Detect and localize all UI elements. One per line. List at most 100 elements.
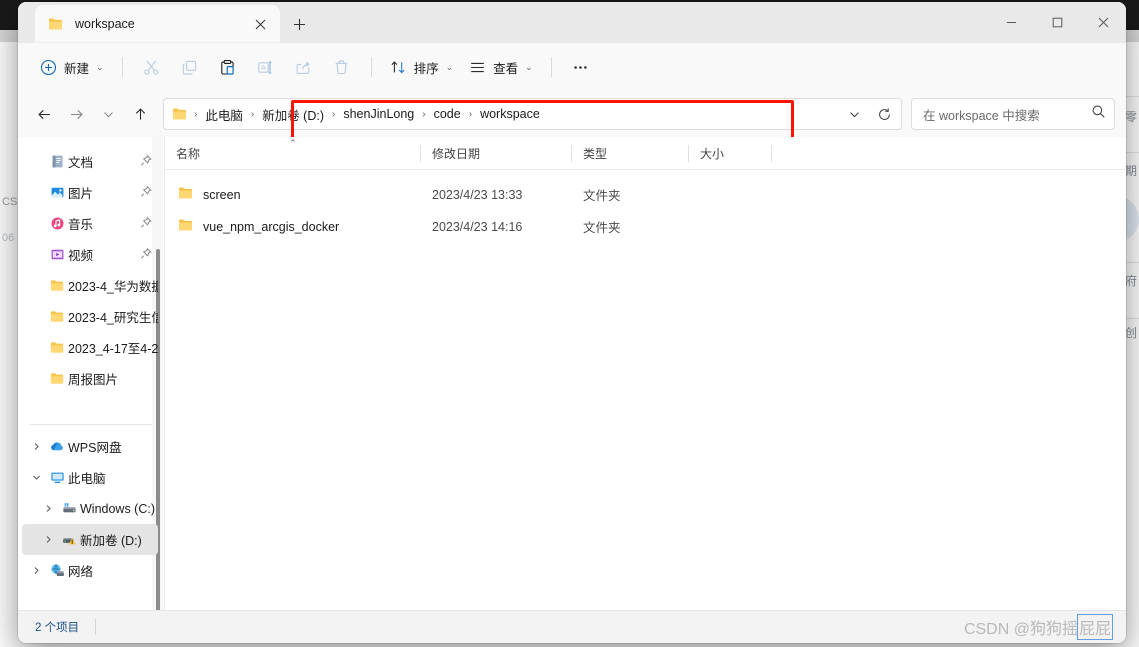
paste-button[interactable] xyxy=(209,51,247,83)
copy-icon xyxy=(182,60,197,75)
sidebar-item-label: 音乐 xyxy=(68,218,94,232)
column-header-modified[interactable]: 修改日期 xyxy=(421,137,572,170)
folder-icon xyxy=(48,16,64,32)
sidebar-item-this-pc[interactable]: 此电脑 xyxy=(22,462,158,493)
sort-button[interactable]: 排序 ⌄ xyxy=(382,51,462,83)
table-row[interactable]: vue_npm_arcgis_docker 2023/4/23 14:16 文件… xyxy=(167,211,1120,242)
folder-icon xyxy=(178,217,194,236)
tab-workspace[interactable]: workspace xyxy=(35,5,280,43)
svg-text:A: A xyxy=(261,65,266,72)
address-bar[interactable]: › 此电脑 › 新加卷 (D:) › shenJinLong › code › … xyxy=(163,98,902,140)
explorer-body: 文档 图片 音乐 视频 2023-4_华为数据 2023-4_研究生信 2023… xyxy=(18,137,1126,610)
back-button[interactable] xyxy=(28,98,60,130)
view-button-label: 查看 xyxy=(493,61,519,76)
sidebar-item-network[interactable]: 网络 xyxy=(22,555,158,586)
refresh-button[interactable] xyxy=(869,100,899,128)
sidebar-item-label: 2023_4-17至4-2 xyxy=(68,342,158,356)
more-options-button[interactable] xyxy=(562,51,600,83)
chevron-down-icon: ⌄ xyxy=(96,61,104,72)
minimize-button[interactable] xyxy=(988,2,1034,43)
new-tab-button[interactable] xyxy=(286,11,312,37)
sidebar-item-music[interactable]: 音乐 xyxy=(22,208,158,239)
breadcrumb-item-drive-d[interactable]: 新加卷 (D:) xyxy=(257,102,329,127)
sidebar-item-folder-grad[interactable]: 2023-4_研究生信 xyxy=(22,301,158,332)
delete-button[interactable] xyxy=(323,51,361,83)
background-right-text: 零 xyxy=(1124,110,1137,124)
folder-icon xyxy=(178,185,194,204)
sidebar-item-videos[interactable]: 视频 xyxy=(22,239,158,270)
copy-button[interactable] xyxy=(171,51,209,83)
title-bar: workspace xyxy=(18,2,1126,43)
column-header-size[interactable]: 大小 xyxy=(689,137,772,170)
background-right-text: 期 xyxy=(1124,164,1137,178)
csdn-watermark: CSDN @狗狗摇 屁屁 xyxy=(963,614,1114,640)
sidebar-item-label: 图片 xyxy=(68,187,94,201)
tab-close-icon[interactable] xyxy=(248,12,272,36)
view-list-icon xyxy=(471,62,484,72)
sidebar-item-label: 2023-4_华为数据 xyxy=(68,280,158,294)
status-divider xyxy=(95,619,97,635)
sidebar-divider xyxy=(30,424,154,425)
tab-title: workspace xyxy=(75,17,135,31)
address-history-button[interactable] xyxy=(839,100,869,128)
pin-icon[interactable] xyxy=(140,247,152,262)
breadcrumb-item-code[interactable]: code xyxy=(429,104,466,124)
sort-icon xyxy=(391,60,405,73)
cut-button[interactable] xyxy=(133,51,171,83)
breadcrumb-item-this-pc[interactable]: 此电脑 xyxy=(200,102,248,127)
breadcrumb-separator: › xyxy=(468,108,473,120)
sidebar-item-folder-dates[interactable]: 2023_4-17至4-2 xyxy=(22,332,158,363)
sidebar-item-wps-cloud[interactable]: WPS网盘 xyxy=(22,431,158,462)
table-row[interactable]: screen 2023/4/23 13:33 文件夹 xyxy=(167,179,1120,210)
share-button[interactable] xyxy=(285,51,323,83)
window-controls xyxy=(988,2,1126,43)
new-button-label: 新建 xyxy=(64,61,90,76)
view-button[interactable]: 查看 ⌄ xyxy=(461,51,541,83)
ellipsis-icon xyxy=(574,65,587,69)
drive-icon xyxy=(58,501,80,516)
close-button[interactable] xyxy=(1080,2,1126,43)
watermark-boxed-text: 屁屁 xyxy=(1076,614,1114,640)
rename-icon: A xyxy=(258,61,272,73)
plus-circle-icon xyxy=(40,59,57,75)
sidebar-item-windows-c[interactable]: Windows (C:) xyxy=(22,493,158,524)
column-header-type[interactable]: 类型 xyxy=(572,137,689,170)
search-box[interactable]: 在 workspace 中搜索 xyxy=(911,98,1115,130)
column-header-label: 修改日期 xyxy=(432,146,481,161)
rename-button[interactable]: A xyxy=(247,51,285,83)
folder-icon xyxy=(46,340,68,355)
chevron-right-icon[interactable] xyxy=(26,566,46,575)
search-input[interactable]: 在 workspace 中搜索 xyxy=(923,105,1091,124)
breadcrumb-item-shenjinlong[interactable]: shenJinLong xyxy=(338,104,419,124)
new-button[interactable]: 新建 ⌄ xyxy=(34,51,112,83)
recent-locations-button[interactable] xyxy=(92,98,124,130)
maximize-button[interactable] xyxy=(1034,2,1080,43)
pin-icon[interactable] xyxy=(140,185,152,200)
watermark-prefix: CSDN @狗狗摇 xyxy=(963,621,1078,638)
chevron-right-icon[interactable] xyxy=(38,504,58,513)
breadcrumb-item-workspace[interactable]: workspace xyxy=(475,104,545,124)
up-button[interactable] xyxy=(124,98,156,130)
sidebar-item-folder-huawei[interactable]: 2023-4_华为数据 xyxy=(22,270,158,301)
column-header-name[interactable]: ⌃ 名称 xyxy=(165,137,421,170)
navigation-pane[interactable]: 文档 图片 音乐 视频 2023-4_华为数据 2023-4_研究生信 2023… xyxy=(18,137,164,610)
file-name-cell: vue_npm_arcgis_docker xyxy=(167,217,421,236)
sidebar-item-drive-d[interactable]: 新加卷 (D:) xyxy=(22,524,158,555)
forward-button[interactable] xyxy=(60,98,92,130)
sidebar-item-label: 网络 xyxy=(68,565,94,579)
chevron-right-icon[interactable] xyxy=(38,535,58,544)
file-list-pane[interactable]: ⌃ 名称 修改日期 类型 大小 screen 2023/4/23 13:33 文… xyxy=(165,137,1126,610)
pin-icon[interactable] xyxy=(140,154,152,169)
command-bar: 新建 ⌄ A 排序 ⌄ 查看 ⌄ xyxy=(18,43,1126,91)
sidebar-item-folder-weekly[interactable]: 周报图片 xyxy=(22,363,158,394)
pin-icon[interactable] xyxy=(140,216,152,231)
sidebar-item-pictures[interactable]: 图片 xyxy=(22,177,158,208)
folder-icon xyxy=(46,309,68,324)
file-type: 文件夹 xyxy=(583,189,621,203)
chevron-down-icon[interactable] xyxy=(26,473,46,482)
breadcrumb: › 此电脑 › 新加卷 (D:) › shenJinLong › code › … xyxy=(191,102,839,127)
chevron-right-icon[interactable] xyxy=(26,442,46,451)
sidebar-item-label: 周报图片 xyxy=(68,373,119,387)
sidebar-item-documents[interactable]: 文档 xyxy=(22,146,158,177)
